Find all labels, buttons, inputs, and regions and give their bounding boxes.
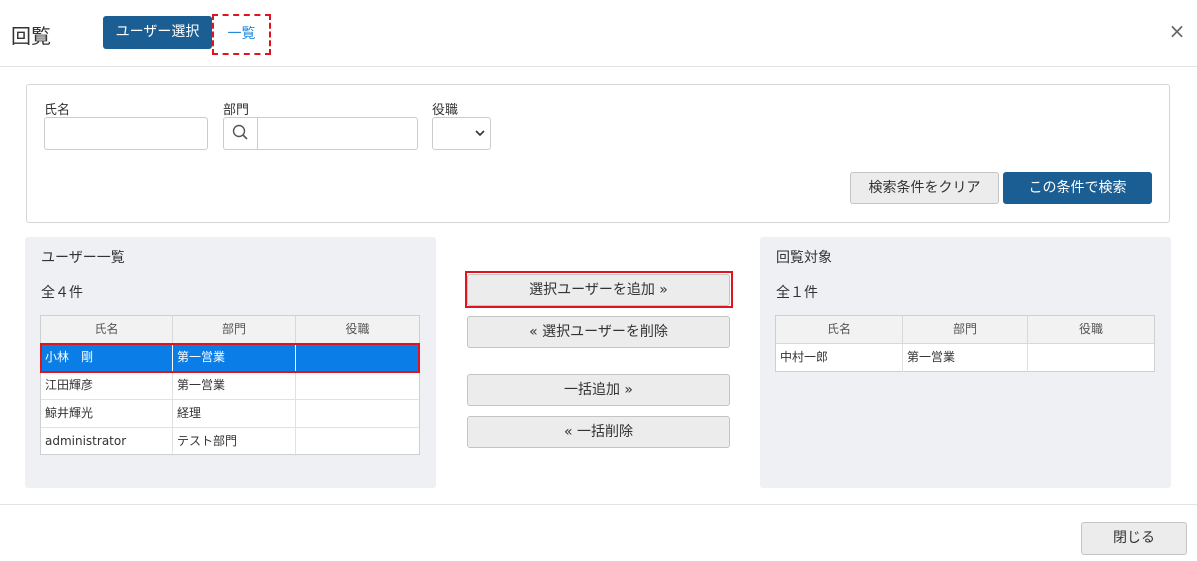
table-row[interactable]: 鯨井輝光 経理 bbox=[41, 400, 419, 428]
cell-role bbox=[296, 372, 419, 400]
cell-name: administrator bbox=[41, 428, 173, 456]
target-list-title: 回覧対象 bbox=[776, 250, 832, 266]
tab-list[interactable]: 一覧 bbox=[212, 14, 271, 55]
dialog-title: 回覧 bbox=[11, 24, 51, 48]
table-row[interactable]: 小林 剛 第一営業 bbox=[41, 344, 419, 372]
user-list-count: 全４件 bbox=[41, 285, 83, 301]
column-header-role[interactable]: 役職 bbox=[296, 316, 419, 344]
cell-name: 江田輝彦 bbox=[41, 372, 173, 400]
dept-input[interactable] bbox=[257, 117, 418, 150]
cell-dept: 第一営業 bbox=[903, 344, 1028, 372]
target-list-table: 氏名 部門 役職 中村一郎 第一営業 bbox=[775, 315, 1155, 372]
dialog-header: 回覧 ユーザー選択 一覧 × bbox=[0, 0, 1197, 67]
cell-role bbox=[296, 400, 419, 428]
clear-conditions-button[interactable]: 検索条件をクリア bbox=[850, 172, 999, 204]
cell-dept: 第一営業 bbox=[173, 372, 296, 400]
name-input[interactable] bbox=[44, 117, 208, 150]
remove-all-button[interactable]: « 一括削除 bbox=[467, 416, 730, 448]
table-row[interactable]: 江田輝彦 第一営業 bbox=[41, 372, 419, 400]
dept-label: 部門 bbox=[223, 103, 250, 118]
close-icon[interactable]: × bbox=[1168, 19, 1186, 43]
add-selected-users-button[interactable]: 選択ユーザーを追加 » bbox=[467, 274, 730, 306]
cell-role bbox=[296, 428, 419, 456]
dept-search-button[interactable] bbox=[223, 117, 258, 150]
cell-dept: 第一営業 bbox=[173, 344, 296, 372]
add-all-button[interactable]: 一括追加 » bbox=[467, 374, 730, 406]
close-button[interactable]: 閉じる bbox=[1081, 522, 1187, 555]
column-header-name[interactable]: 氏名 bbox=[776, 316, 903, 344]
role-select[interactable] bbox=[432, 117, 491, 150]
footer-divider bbox=[0, 504, 1197, 505]
cell-name: 小林 剛 bbox=[41, 344, 173, 372]
table-header-row: 氏名 部門 役職 bbox=[41, 316, 419, 344]
table-row[interactable]: administrator テスト部門 bbox=[41, 428, 419, 456]
cell-role bbox=[1028, 344, 1154, 372]
cell-name: 中村一郎 bbox=[776, 344, 903, 372]
search-button[interactable]: この条件で検索 bbox=[1003, 172, 1152, 204]
remove-selected-users-button[interactable]: « 選択ユーザーを削除 bbox=[467, 316, 730, 348]
column-header-dept[interactable]: 部門 bbox=[903, 316, 1028, 344]
cell-dept: テスト部門 bbox=[173, 428, 296, 456]
search-icon bbox=[232, 124, 248, 140]
tab-user-select[interactable]: ユーザー選択 bbox=[103, 16, 212, 49]
column-header-role[interactable]: 役職 bbox=[1028, 316, 1154, 344]
table-row[interactable]: 中村一郎 第一営業 bbox=[776, 344, 1154, 372]
user-list-table: 氏名 部門 役職 小林 剛 第一営業 江田輝彦 第一営業 鯨井輝光 経理 adm… bbox=[40, 315, 420, 456]
name-label: 氏名 bbox=[44, 103, 71, 118]
chevron-down-icon bbox=[475, 130, 485, 137]
target-list-count: 全１件 bbox=[776, 285, 818, 301]
column-header-name[interactable]: 氏名 bbox=[41, 316, 173, 344]
column-header-dept[interactable]: 部門 bbox=[173, 316, 296, 344]
user-list-title: ユーザー一覧 bbox=[41, 250, 125, 266]
table-header-row: 氏名 部門 役職 bbox=[776, 316, 1154, 344]
cell-name: 鯨井輝光 bbox=[41, 400, 173, 428]
cell-dept: 経理 bbox=[173, 400, 296, 428]
cell-role bbox=[296, 344, 419, 372]
role-label: 役職 bbox=[432, 103, 459, 118]
